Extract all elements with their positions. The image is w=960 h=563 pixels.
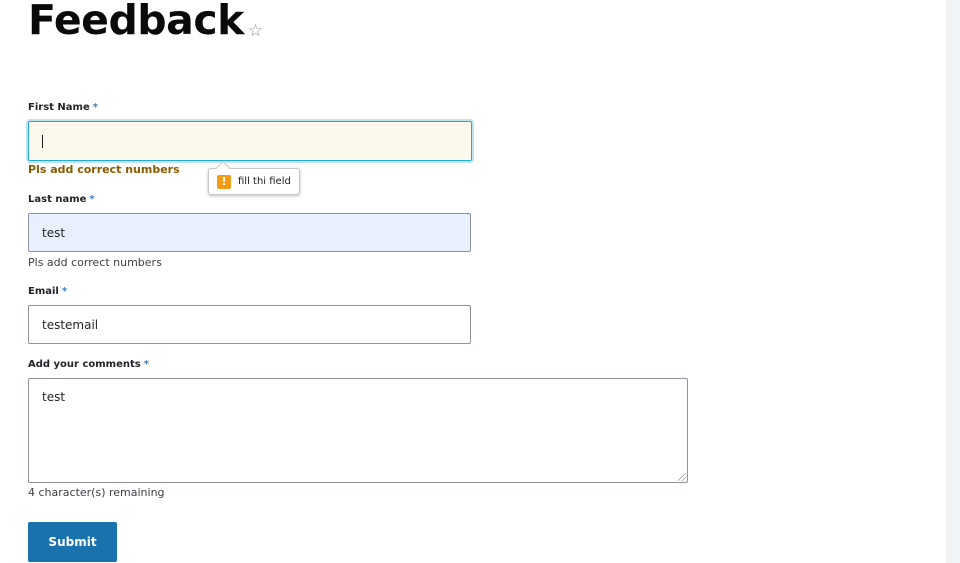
validation-tooltip: ! fill thi field: [208, 168, 300, 195]
first-name-label-text: First Name: [28, 102, 90, 113]
page-edge-strip: [946, 0, 960, 563]
required-mark: *: [89, 194, 95, 205]
warning-icon: !: [217, 174, 231, 189]
required-mark: *: [92, 102, 98, 113]
comments-value: test: [42, 390, 66, 404]
email-value: testemail: [42, 317, 99, 332]
feedback-page: Feedback ☆ First Name * Pls add correct n…: [0, 0, 960, 563]
last-name-value: test: [42, 225, 66, 240]
comments-textarea[interactable]: test: [28, 378, 688, 483]
last-name-input[interactable]: test: [28, 213, 471, 252]
page-title: Feedback: [28, 0, 244, 44]
tooltip-text: fill thi field: [238, 176, 291, 187]
title-row: Feedback ☆: [28, 0, 263, 46]
comments-label: Add your comments *: [28, 359, 149, 370]
last-name-label: Last name *: [28, 194, 95, 205]
text-caret: [42, 134, 43, 148]
required-mark: *: [143, 359, 149, 370]
email-label: Email *: [28, 286, 67, 297]
first-name-input[interactable]: [28, 121, 472, 161]
last-name-label-text: Last name: [28, 194, 87, 205]
last-name-help: Pls add correct numbers: [28, 256, 162, 269]
first-name-label: First Name *: [28, 102, 98, 113]
comments-label-text: Add your comments: [28, 359, 141, 370]
first-name-error: Pls add correct numbers: [28, 163, 180, 176]
email-label-text: Email: [28, 286, 59, 297]
required-mark: *: [61, 286, 68, 297]
email-field[interactable]: testemail: [28, 305, 471, 344]
resize-handle[interactable]: [678, 473, 686, 481]
character-counter: 4 character(s) remaining: [28, 486, 165, 499]
star-icon[interactable]: ☆: [248, 23, 263, 40]
submit-button[interactable]: Submit: [28, 522, 117, 562]
